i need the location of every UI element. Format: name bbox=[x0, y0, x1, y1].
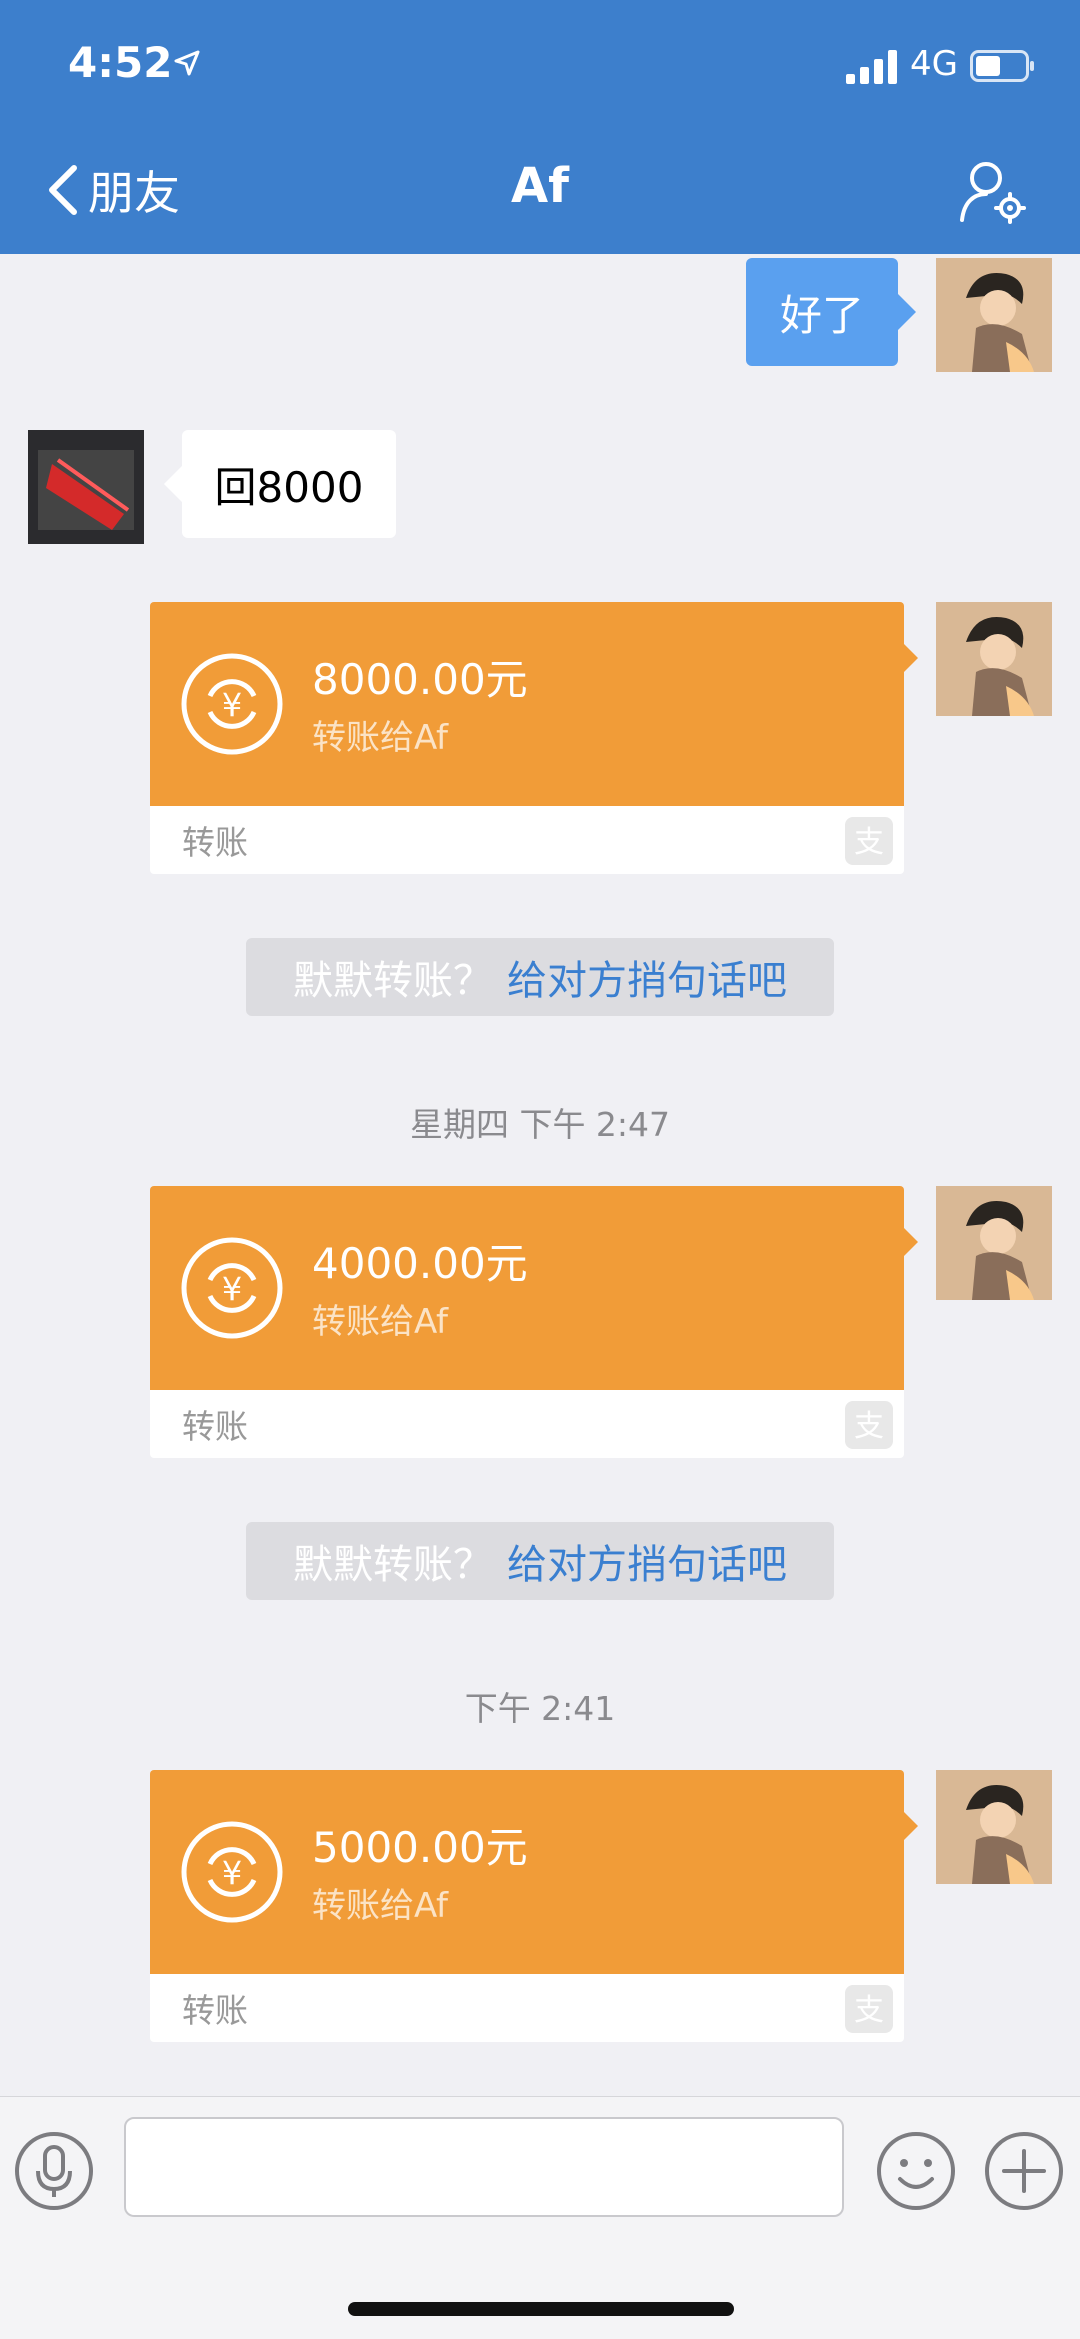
message-input[interactable] bbox=[124, 2117, 844, 2217]
prompt-text: 默默转账？ bbox=[293, 1542, 493, 1588]
transfer-card-footer: 转账 支 bbox=[150, 806, 904, 874]
svg-text:¥: ¥ bbox=[222, 1854, 242, 1892]
prompt-link[interactable]: 给对方捎句话吧 bbox=[507, 948, 787, 1006]
battery-icon bbox=[970, 50, 1034, 82]
transfer-description: 转账给Af bbox=[312, 718, 449, 758]
transfer-amount: 8000.00元 bbox=[312, 655, 528, 704]
yuan-transfer-icon: ¥ bbox=[181, 1237, 283, 1339]
message-text: 好了 bbox=[779, 290, 864, 340]
yuan-transfer-icon: ¥ bbox=[181, 1821, 283, 1923]
prompt-text: 默默转账？ bbox=[293, 958, 493, 1004]
svg-text:支: 支 bbox=[854, 1409, 884, 1444]
transfer-card-footer: 转账 支 bbox=[150, 1390, 904, 1458]
transfer-label: 转账 bbox=[182, 823, 248, 862]
nav-header: 4:52 4G 朋友 Af bbox=[0, 0, 1080, 254]
transfer-message-prompt[interactable]: 默默转账？ 给对方捎句话吧 bbox=[246, 938, 834, 1016]
emoji-icon[interactable] bbox=[876, 2131, 956, 2211]
prompt-link[interactable]: 给对方捎句话吧 bbox=[507, 1532, 787, 1590]
my-avatar[interactable] bbox=[936, 602, 1052, 716]
page-title: Af bbox=[510, 158, 570, 214]
user-settings-icon[interactable] bbox=[958, 158, 1028, 224]
message-text: 回8000 bbox=[214, 462, 364, 512]
alipay-icon: 支 bbox=[845, 1985, 893, 2033]
transfer-description: 转账给Af bbox=[312, 1886, 449, 1926]
svg-text:¥: ¥ bbox=[222, 1270, 242, 1308]
plus-icon[interactable] bbox=[984, 2131, 1064, 2211]
home-indicator[interactable] bbox=[348, 2302, 734, 2316]
transfer-description: 转账给Af bbox=[312, 1302, 449, 1342]
alipay-icon: 支 bbox=[845, 1401, 893, 1449]
location-arrow-icon bbox=[174, 50, 200, 76]
transfer-card-footer: 转账 支 bbox=[150, 1974, 904, 2042]
transfer-label: 转账 bbox=[182, 1407, 248, 1446]
transfer-label: 转账 bbox=[182, 1991, 248, 2030]
svg-text:¥: ¥ bbox=[222, 686, 242, 724]
alipay-icon: 支 bbox=[845, 817, 893, 865]
svg-text:支: 支 bbox=[854, 825, 884, 860]
transfer-amount: 5000.00元 bbox=[312, 1823, 528, 1872]
transfer-card-header: ¥ 4000.00元 转账给Af bbox=[150, 1186, 918, 1390]
microphone-icon[interactable] bbox=[14, 2131, 94, 2211]
transfer-card[interactable]: ¥ 4000.00元 转账给Af 转账 支 bbox=[150, 1186, 918, 1458]
transfer-message-prompt[interactable]: 默默转账？ 给对方捎句话吧 bbox=[246, 1522, 834, 1600]
svg-text:支: 支 bbox=[854, 1993, 884, 2028]
my-avatar[interactable] bbox=[936, 1770, 1052, 1884]
transfer-card[interactable]: ¥ 5000.00元 转账给Af 转账 支 bbox=[150, 1770, 918, 2042]
incoming-message-bubble[interactable]: 回8000 bbox=[164, 430, 396, 538]
transfer-card-header: ¥ 8000.00元 转账给Af bbox=[150, 602, 918, 806]
friend-avatar[interactable] bbox=[28, 430, 144, 544]
network-type: 4G bbox=[910, 44, 958, 84]
my-avatar[interactable] bbox=[936, 1186, 1052, 1300]
yuan-transfer-icon: ¥ bbox=[181, 653, 283, 755]
transfer-amount: 4000.00元 bbox=[312, 1239, 528, 1288]
cellular-signal-icon bbox=[846, 50, 897, 84]
timestamp: 下午 2:41 bbox=[464, 1689, 616, 1728]
transfer-card-header: ¥ 5000.00元 转账给Af bbox=[150, 1770, 918, 1974]
my-avatar[interactable] bbox=[936, 258, 1052, 372]
timestamp: 星期四 下午 2:47 bbox=[409, 1105, 671, 1144]
status-time: 4:52 bbox=[68, 38, 173, 87]
transfer-card[interactable]: ¥ 8000.00元 转账给Af 转账 支 bbox=[150, 602, 918, 874]
outgoing-message-bubble[interactable]: 好了 bbox=[746, 258, 916, 366]
